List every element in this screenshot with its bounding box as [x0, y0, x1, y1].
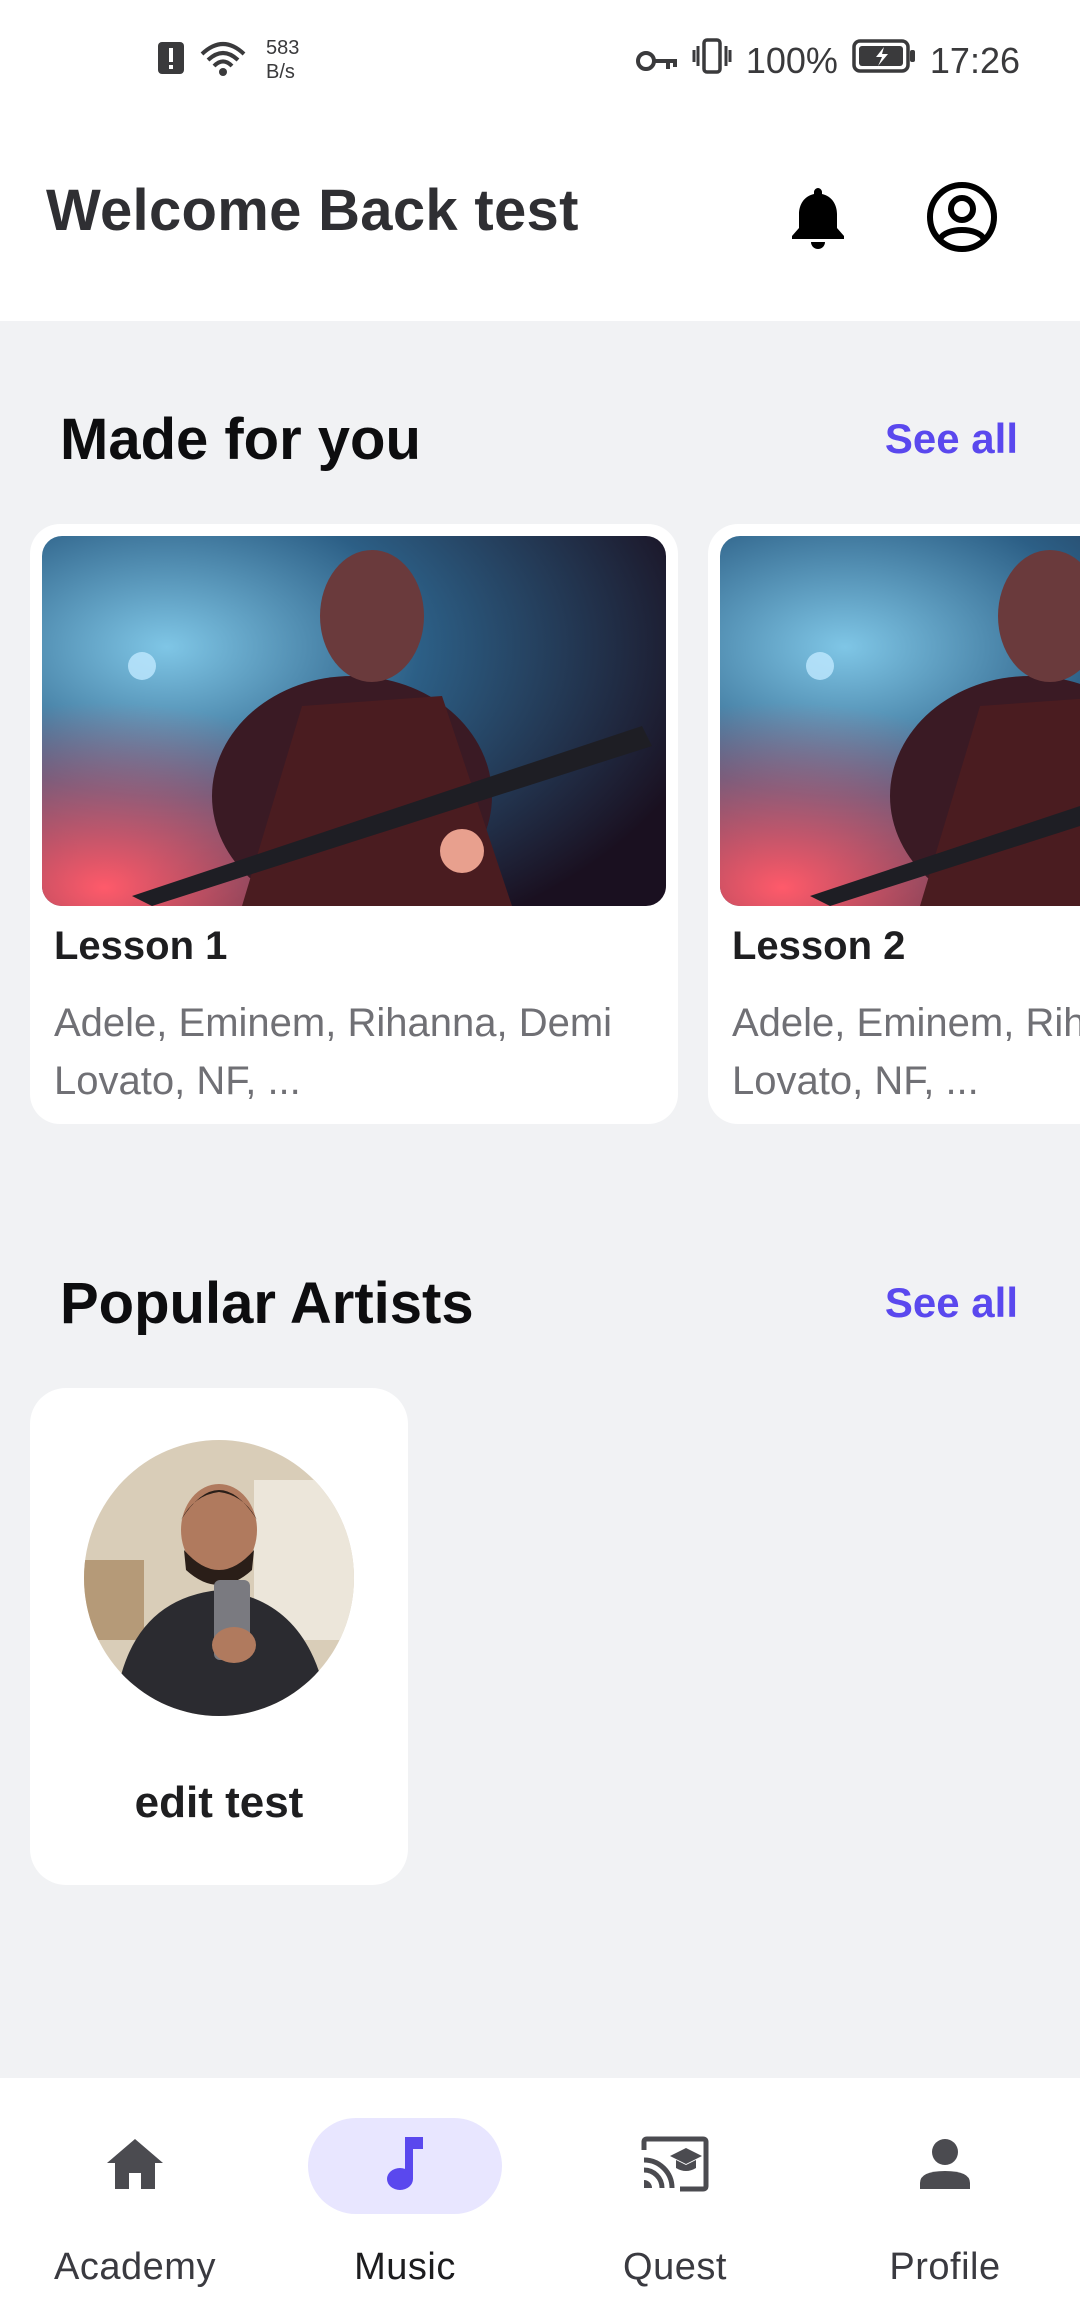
- clock: 17:26: [929, 39, 1020, 81]
- artist-selfie-photo: [84, 1440, 354, 1716]
- cast-for-education-icon: [640, 2136, 710, 2197]
- lesson-title: Lesson 2: [732, 924, 906, 968]
- artist-card[interactable]: edit test: [30, 1388, 408, 1885]
- made-for-you-title: Made for you: [60, 407, 421, 472]
- account-circle-icon[interactable]: [922, 177, 1002, 257]
- nav-label: Quest: [623, 2246, 727, 2288]
- network-speed-value: 583: [266, 37, 300, 59]
- nav-label: Profile: [889, 2246, 1001, 2288]
- lesson-card[interactable]: Lesson 2 Adele, Eminem, Rihanna, Demi Lo…: [708, 524, 1080, 1124]
- popular-artists-title: Popular Artists: [60, 1271, 474, 1336]
- guitarist-photo: [42, 536, 666, 906]
- made-for-you-see-all-link[interactable]: See all: [885, 415, 1018, 463]
- lesson-artists: Adele, Eminem, Rihanna, Demi Lovato, NF,…: [732, 1001, 1080, 1103]
- guitarist-photo: [720, 536, 1080, 906]
- vpn-key-icon: [635, 40, 678, 82]
- battery-percent: 100%: [745, 39, 838, 81]
- app-header: Welcome Back test: [0, 125, 1080, 321]
- lesson-artists: Adele, Eminem, Rihanna, Demi Lovato, NF,…: [54, 1001, 613, 1103]
- page-title: Welcome Back test: [46, 178, 579, 243]
- alert-icon: [156, 40, 186, 81]
- bell-icon[interactable]: [778, 177, 858, 257]
- music-note-icon: [385, 2135, 425, 2198]
- nav-label: Academy: [54, 2246, 216, 2288]
- status-bar: 583 B/s 100% 17:26: [0, 0, 1080, 125]
- person-icon: [918, 2137, 972, 2196]
- network-speed-unit: B/s: [266, 61, 295, 83]
- vibrate-icon: [692, 38, 732, 83]
- home-icon: [105, 2137, 165, 2196]
- nav-profile[interactable]: Profile: [810, 2078, 1080, 2310]
- lesson-carousel[interactable]: Lesson 1 Adele, Eminem, Rihanna, Demi Lo…: [0, 524, 1080, 1124]
- nav-quest[interactable]: Quest: [540, 2078, 810, 2310]
- battery-charging-icon: [852, 39, 916, 82]
- network-speed: 583 B/s: [266, 36, 299, 84]
- wifi-icon: [198, 38, 248, 83]
- nav-music[interactable]: Music: [270, 2078, 540, 2310]
- lesson-card[interactable]: Lesson 1 Adele, Eminem, Rihanna, Demi Lo…: [30, 524, 678, 1124]
- artist-name: edit test: [134, 1778, 304, 1827]
- nav-academy[interactable]: Academy: [0, 2078, 270, 2310]
- nav-label: Music: [354, 2246, 456, 2288]
- bottom-navigation: Academy Music Quest Profile: [0, 2078, 1080, 2310]
- lesson-title: Lesson 1: [54, 924, 228, 968]
- popular-artists-see-all-link[interactable]: See all: [885, 1279, 1018, 1327]
